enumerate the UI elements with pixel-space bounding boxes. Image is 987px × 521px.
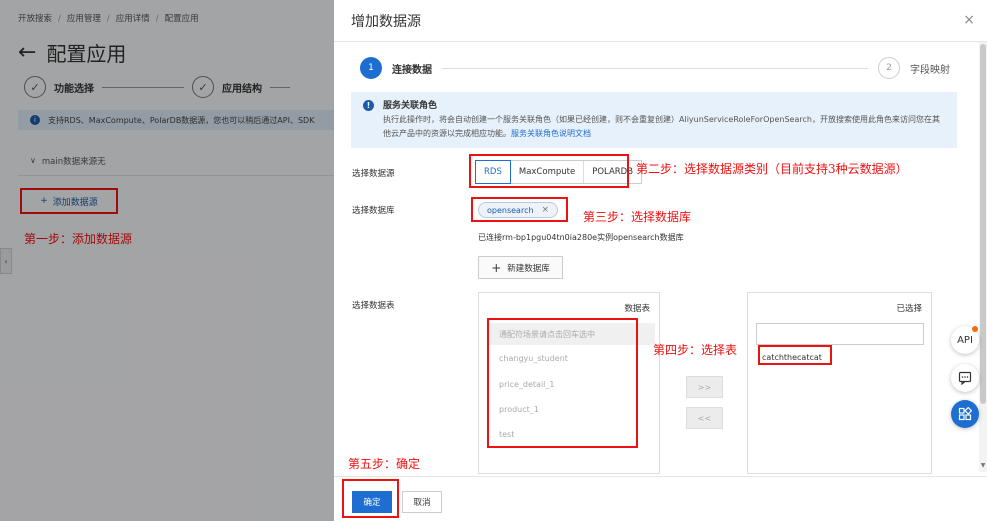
api-label: API [957,334,973,346]
service-role-notice: ! 服务关联角色 执行此操作时，将会自动创建一个服务关联角色（如果已经创建，则不… [351,92,957,148]
table-label: 选择数据表 [352,301,395,311]
modal-overlay[interactable] [0,0,334,521]
annotation-box [471,197,568,222]
info-icon: ! [363,100,374,111]
panel-title: 已选择 [896,304,922,314]
drawer-header: 增加数据源 × [334,0,987,42]
annotation-step5: 第五步：确定 [348,457,421,471]
api-button[interactable]: API [951,326,979,354]
chat-button[interactable] [951,364,979,392]
database-label: 选择数据库 [352,206,395,216]
annotation-box [342,479,399,518]
add-datasource-drawer: 增加数据源 × 1 连接数据 2 字段映射 ! 服务关联角色 执行此操作时，将会… [334,0,987,521]
chat-icon [958,371,972,385]
annotation-step4: 第四步：选择表 [653,343,738,357]
cancel-button[interactable]: 取消 [402,491,442,513]
notification-dot [972,326,978,332]
drawer-footer: 确定 取消 [334,476,987,521]
notice-body: 执行此操作时，将会自动创建一个服务关联角色（如果已经创建，则不会重复创建）Ali… [383,115,940,138]
notice-doc-link[interactable]: 服务关联角色说明文档 [511,129,591,138]
apps-button[interactable] [951,400,979,428]
plus-icon: + [491,260,502,275]
annotation-box [758,345,832,365]
new-database-label: 新建数据库 [507,263,550,274]
selected-search-input[interactable] [756,323,924,345]
scrollbar-thumb[interactable] [980,44,986,404]
selected-tables-panel: 已选择 catchthecatcat [747,292,932,474]
grid-icon [958,407,972,421]
close-icon[interactable]: × [963,12,975,28]
drawer-title: 增加数据源 [351,13,421,30]
move-right-button[interactable]: >> [686,376,723,398]
move-left-button[interactable]: << [686,407,723,429]
wizard-step-label: 字段映射 [910,64,950,76]
panel-title: 数据表 [624,304,650,314]
notice-title: 服务关联角色 [383,101,438,111]
new-database-button[interactable]: + 新建数据库 [478,256,563,279]
wizard-step-number: 1 [360,57,382,79]
annotation-box [487,318,638,448]
wizard-step-label: 连接数据 [392,64,432,76]
scroll-down-icon[interactable]: ▼ [979,462,987,469]
datasource-label: 选择数据源 [352,169,395,179]
wizard-step-number: 2 [878,57,900,79]
annotation-box [469,154,629,188]
wizard-steps: 1 连接数据 2 字段映射 [360,56,960,80]
connection-status: 已连接rm-bp1pgu04tn0ia280e实例opensearch数据库 [478,233,684,242]
wizard-connector [442,67,868,69]
annotation-step2: 第二步：选择数据源类别（目前支持3种云数据源） [636,162,908,176]
annotation-step3: 第三步：选择数据库 [583,210,692,224]
